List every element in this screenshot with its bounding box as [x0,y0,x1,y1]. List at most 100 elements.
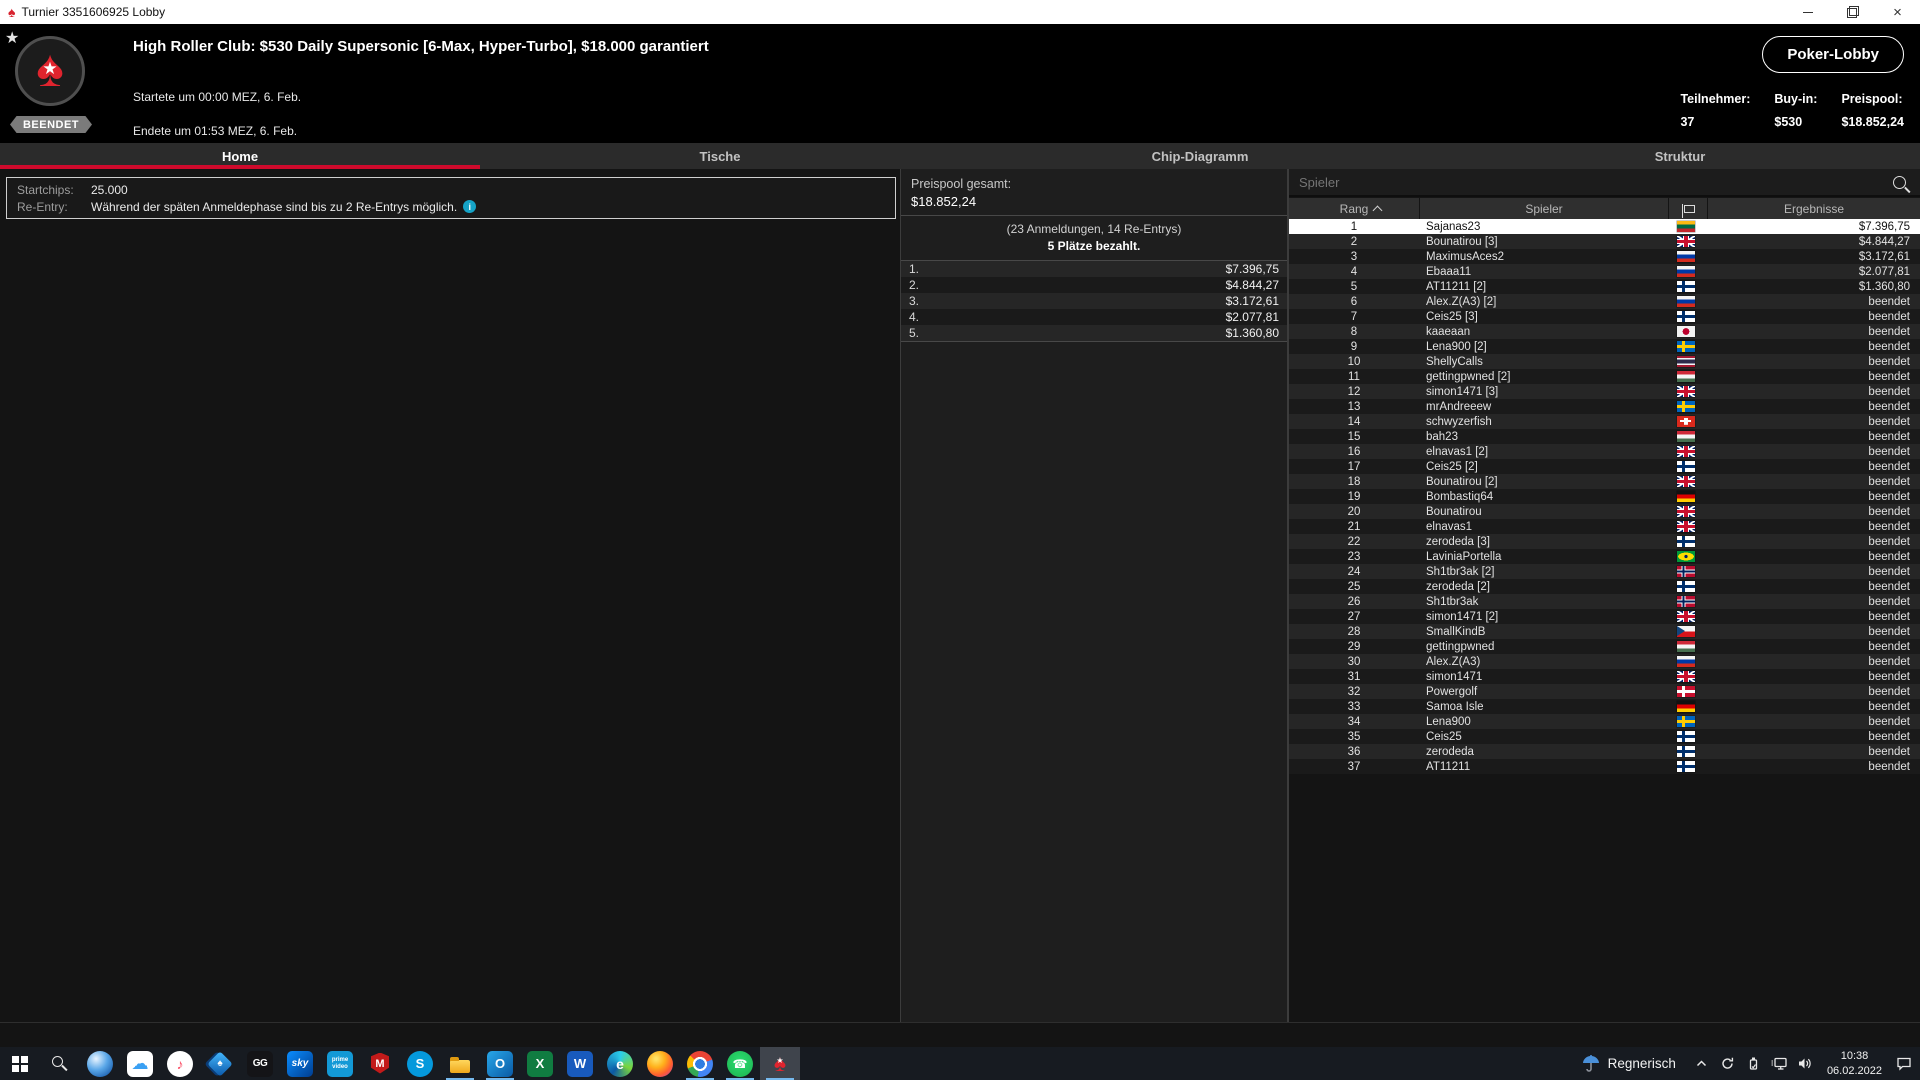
player-search-input[interactable] [1299,174,1893,190]
taskbar-chrome-icon[interactable] [680,1047,720,1080]
player-result: beendet [1868,700,1910,713]
network-icon[interactable] [1771,1055,1788,1072]
player-row[interactable]: 17 Ceis25 [2] beendet [1289,459,1920,474]
taskbar-chat-app-icon[interactable] [80,1047,120,1080]
volume-icon[interactable] [1797,1055,1814,1072]
sync-icon[interactable] [1719,1055,1736,1072]
player-rank: 3 [1350,250,1358,263]
player-row[interactable]: 25 zerodeda [2] beendet [1289,579,1920,594]
player-row[interactable]: 29 gettingpwned beendet [1289,639,1920,654]
player-row[interactable]: 11 gettingpwned [2] beendet [1289,369,1920,384]
player-row[interactable]: 12 simon1471 [3] beendet [1289,384,1920,399]
player-row[interactable]: 14 schwyzerfish beendet [1289,414,1920,429]
player-row[interactable]: 34 Lena900 beendet [1289,714,1920,729]
favorite-star-icon[interactable]: ★ [5,28,19,48]
player-row[interactable]: 30 Alex.Z(A3) beendet [1289,654,1920,669]
tab-struktur[interactable]: Struktur [1440,143,1920,169]
usb-device-icon[interactable] [1745,1055,1762,1072]
taskbar-start-icon[interactable] [0,1047,40,1080]
taskbar-poker-cards-icon[interactable] [200,1047,240,1080]
taskbar-outlook-icon[interactable]: O [480,1047,520,1080]
info-icon[interactable]: i [463,200,477,213]
player-row[interactable]: 37 AT11211 beendet [1289,759,1920,774]
player-row[interactable]: 3 MaximusAces2 $3.172,61 [1289,249,1920,264]
player-row[interactable]: 28 SmallKindB beendet [1289,624,1920,639]
player-row[interactable]: 20 Bounatirou beendet [1289,504,1920,519]
player-row[interactable]: 26 Sh1tbr3ak beendet [1289,594,1920,609]
column-rank[interactable]: Rang [1289,198,1419,219]
country-flag-icon-fi [1677,461,1695,472]
player-row[interactable]: 24 Sh1tbr3ak [2] beendet [1289,564,1920,579]
player-result: beendet [1868,640,1910,653]
mcafee-icon: M [367,1051,393,1077]
player-row[interactable]: 2 Bounatirou [3] $4.844,27 [1289,234,1920,249]
taskbar-search-icon[interactable] [40,1047,80,1080]
player-row[interactable]: 31 simon1471 beendet [1289,669,1920,684]
player-name: AT11211 [2] [1426,280,1487,293]
player-row[interactable]: 21 elnavas1 beendet [1289,519,1920,534]
taskbar-icloud-icon[interactable] [120,1047,160,1080]
player-row[interactable]: 32 Powergolf beendet [1289,684,1920,699]
minimize-button[interactable] [1785,0,1830,24]
tab-chip-diagramm[interactable]: Chip-Diagramm [960,143,1440,169]
player-row[interactable]: 6 Alex.Z(A3) [2] beendet [1289,294,1920,309]
player-flag-cell [1667,221,1705,232]
player-row[interactable]: 4 Ebaaa11 $2.077,81 [1289,264,1920,279]
player-row[interactable]: 19 Bombastiq64 beendet [1289,489,1920,504]
player-row[interactable]: 5 AT11211 [2] $1.360,80 [1289,279,1920,294]
taskbar-clock[interactable]: 10:38 06.02.2022 [1827,1049,1882,1078]
search-icon[interactable] [1893,175,1906,189]
tab-tische[interactable]: Tische [480,143,960,169]
player-name: SmallKindB [1426,625,1486,638]
taskbar-whatsapp-icon[interactable] [720,1047,760,1080]
taskbar-excel-icon[interactable]: X [520,1047,560,1080]
taskbar-prime-video-icon[interactable]: prime video [320,1047,360,1080]
player-row[interactable]: 8 kaaeaan beendet [1289,324,1920,339]
player-row[interactable]: 10 ShellyCalls beendet [1289,354,1920,369]
player-row[interactable]: 16 elnavas1 [2] beendet [1289,444,1920,459]
player-row[interactable]: 35 Ceis25 beendet [1289,729,1920,744]
startchips-value: 25.000 [91,182,128,197]
taskbar-skype-icon[interactable]: S [400,1047,440,1080]
player-row[interactable]: 36 zerodeda beendet [1289,744,1920,759]
player-row[interactable]: 15 bah23 beendet [1289,429,1920,444]
player-row[interactable]: 7 Ceis25 [3] beendet [1289,309,1920,324]
poker-lobby-button[interactable]: Poker-Lobby [1762,36,1904,73]
column-player[interactable]: Spieler [1420,198,1668,219]
column-flag[interactable] [1669,198,1707,219]
prize-row: 1. $7.396,75 [901,261,1287,277]
taskbar-apple-music-icon[interactable] [160,1047,200,1080]
player-row[interactable]: 13 mrAndreeew beendet [1289,399,1920,414]
taskbar-ggpoker-icon[interactable]: GG [240,1047,280,1080]
player-name: mrAndreeew [1426,400,1492,413]
tab-home[interactable]: Home [0,143,480,169]
player-flag-cell [1667,296,1705,307]
player-rank: 31 [1347,670,1361,683]
taskbar-edge-icon[interactable]: e [600,1047,640,1080]
player-row[interactable]: 22 zerodeda [3] beendet [1289,534,1920,549]
close-button[interactable]: × [1875,0,1920,24]
taskbar-firefox-icon[interactable] [640,1047,680,1080]
weather-widget[interactable]: Regnerisch [1581,1054,1676,1074]
player-row[interactable]: 33 Samoa Isle beendet [1289,699,1920,714]
show-hidden-icons-chevron[interactable] [1693,1055,1710,1072]
player-row[interactable]: 23 LaviniaPortella beendet [1289,549,1920,564]
action-center-icon[interactable] [1895,1055,1912,1072]
column-results[interactable]: Ergebnisse [1708,198,1920,219]
player-result: beendet [1868,310,1910,323]
player-name: gettingpwned [2] [1426,370,1511,383]
player-result: beendet [1868,475,1910,488]
paid-places-note: 5 Plätze bezahlt. [1047,239,1141,253]
restore-button[interactable] [1830,0,1875,24]
taskbar-file-explorer-icon[interactable] [440,1047,480,1080]
taskbar-pokerstars-icon[interactable] [760,1047,800,1080]
player-row[interactable]: 1 Sajanas23 $7.396,75 [1289,219,1920,234]
country-flag-icon-gb [1677,521,1695,532]
player-row[interactable]: 18 Bounatirou [2] beendet [1289,474,1920,489]
taskbar-sky-icon[interactable]: sky [280,1047,320,1080]
taskbar-word-icon[interactable]: W [560,1047,600,1080]
player-row[interactable]: 27 simon1471 [2] beendet [1289,609,1920,624]
player-rank: 28 [1347,625,1361,638]
player-row[interactable]: 9 Lena900 [2] beendet [1289,339,1920,354]
taskbar-mcafee-icon[interactable]: M [360,1047,400,1080]
